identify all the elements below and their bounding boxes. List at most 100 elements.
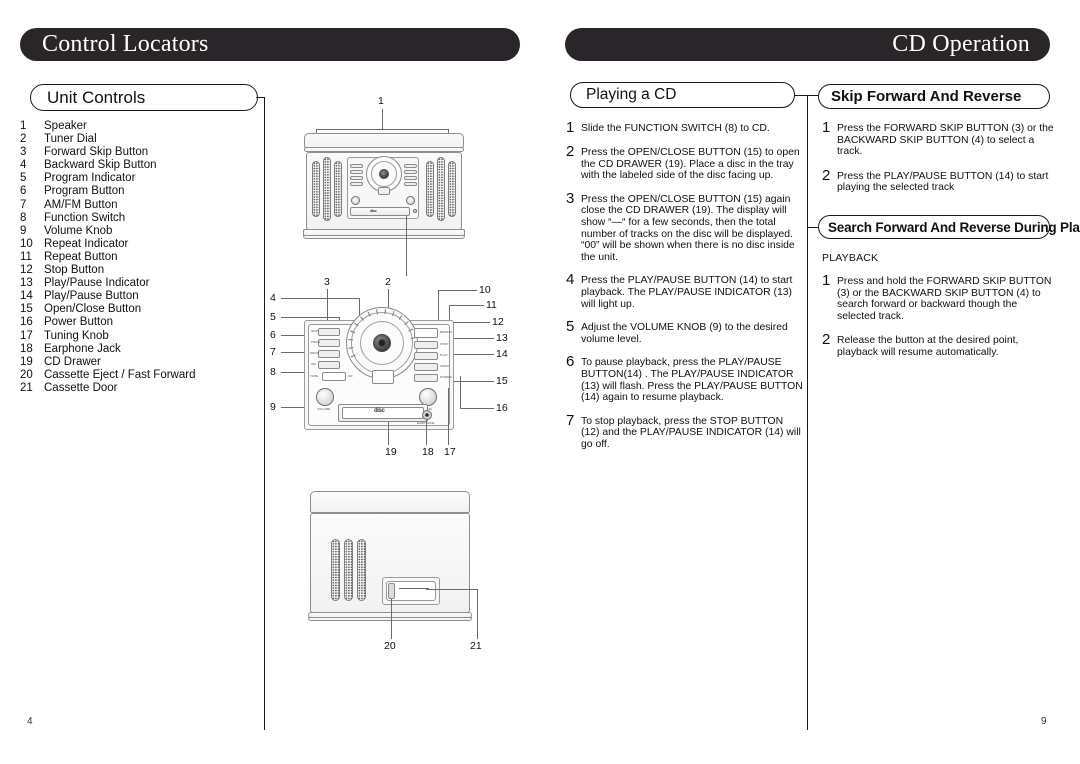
cassette-base-foot [308, 617, 472, 621]
step-text: Adjust the VOLUME KNOB (9) to the desire… [581, 322, 788, 345]
step-text: To stop playback, press the STOP BUTTON … [581, 415, 801, 450]
cassette-grille-2 [344, 539, 353, 601]
left-page-number: 4 [27, 716, 33, 727]
cassette-grille-3 [357, 539, 366, 601]
unit-controls-pill-label: Unit Controls [47, 87, 146, 107]
volume-knob [316, 388, 334, 406]
open-close-label: OPEN [440, 364, 449, 368]
list-item: 16 Power Button [18, 316, 248, 329]
callout-12: 12 [492, 316, 504, 328]
disc-logo: disc [374, 408, 385, 414]
list-item-label: Program Button [44, 185, 125, 198]
disc-logo-mini: disc [370, 208, 377, 213]
backward-skip-button [318, 328, 340, 336]
list-item-label: Play/Pause Button [44, 290, 139, 303]
callout-13: 13 [496, 332, 508, 344]
list-item-number: 14 [20, 290, 33, 303]
list-item-label: Forward Skip Button [44, 146, 149, 159]
list-item: 14 Play/Pause Button [18, 290, 248, 303]
amfm-button [318, 361, 340, 369]
callout-4: 4 [270, 292, 276, 304]
speaker-grille-left-1 [312, 161, 320, 217]
list-item: 20 Cassette Eject / Fast Forward [18, 369, 248, 382]
list-item-label: Program Indicator [44, 172, 136, 185]
callout-10: 10 [479, 284, 491, 296]
list-item-number: 8 [20, 211, 27, 224]
open-close-button [414, 374, 438, 382]
repeat-button-label: REPEAT [440, 330, 453, 334]
unit-controls-list: 1 Speaker 2 Tuner Dial 3 Forward Skip Butto… [18, 120, 248, 395]
right-column-divider [807, 95, 809, 730]
callout-21: 21 [470, 640, 482, 652]
list-item-number: 18 [20, 342, 33, 355]
step: 2 Press the OPEN/CLOSE BUTTON (15) to ope… [566, 144, 804, 182]
list-item: 19 CD Drawer [18, 356, 248, 369]
step-number: 1 [822, 119, 831, 136]
step-number: 3 [566, 189, 575, 207]
list-item: 8 Function Switch [18, 212, 248, 225]
unit-controls-pill: Unit Controls [30, 84, 258, 111]
list-item-number: 20 [20, 368, 33, 381]
callout-16-drop [460, 376, 461, 408]
playing-a-cd-pill: Playing a CD [570, 82, 795, 108]
callout-11-lead [449, 305, 484, 306]
list-item-number: 4 [20, 159, 27, 172]
callout-21-stem [477, 589, 478, 639]
left-page-header-bar: Control Locators [20, 28, 520, 61]
amfm-button-label: AM [311, 362, 316, 366]
speaker-grille-right-3 [448, 161, 456, 217]
list-item-number: 6 [20, 185, 27, 198]
cassette-eject-button [388, 583, 395, 599]
list-item-label: Speaker [44, 120, 87, 132]
list-item-number: 16 [20, 316, 33, 329]
cassette-grille-1 [331, 539, 340, 601]
list-item-label: Volume Knob [44, 224, 113, 237]
callout-1-span [316, 129, 448, 130]
list-item-label: CD Drawer [44, 355, 101, 368]
callout-5-lead [281, 317, 339, 318]
list-item: 1 Speaker [18, 120, 248, 133]
list-item-number: 13 [20, 277, 33, 290]
button-mini-r4 [404, 182, 417, 186]
list-item: 11 Repeat Button [18, 251, 248, 264]
step-number: 6 [566, 353, 575, 371]
right-column-connector-h1 [794, 95, 818, 97]
list-item: 10 Repeat Indicator [18, 238, 248, 251]
tuning-knob-mini [406, 196, 415, 205]
right-page-header-bar: CD Operation [565, 28, 1050, 61]
button-mini-r2 [404, 170, 417, 174]
program-button [318, 350, 340, 358]
play-pause-label: PLAY [440, 353, 448, 357]
step: 5 Adjust the VOLUME KNOB (9) to the desir… [566, 319, 804, 345]
program-indicator-label: PROG [311, 340, 321, 344]
list-item-label: Backward Skip Button [44, 159, 157, 172]
callout-15-lead [452, 381, 494, 382]
list-item-label: Open/Close Button [44, 303, 142, 316]
function-switch [372, 370, 394, 384]
list-item-number: 15 [20, 303, 33, 316]
function-switch-label: TAPE [310, 374, 319, 378]
callout-1: 1 [378, 95, 384, 107]
button-mini-l2 [350, 170, 363, 174]
list-item: 13 Play/Pause Indicator [18, 277, 248, 290]
step-number: 5 [566, 318, 575, 336]
step-text: To pause playback, press the PLAY/PAUSE … [581, 357, 803, 404]
speaker-grille-left-3 [334, 161, 342, 217]
list-item: 9 Volume Knob [18, 225, 248, 238]
search-forward-reverse-pill: Search Forward And Reverse During Play [818, 215, 1080, 239]
step: 6 To pause playback, press the PLAY/PAUSE… [566, 354, 804, 403]
diagram-control-panel: 3 2 4 5 6 7 8 9 10 11 12 13 14 15 16 SKI… [264, 276, 514, 461]
callout-21-lead [426, 589, 477, 590]
list-item-number: 12 [20, 264, 33, 277]
list-item-number: 5 [20, 172, 27, 185]
list-item-number: 10 [20, 237, 33, 250]
list-item: 15 Open/Close Button [18, 303, 248, 316]
repeat-indicator [414, 328, 438, 338]
cd-drawer-mini [350, 207, 410, 216]
list-item-label: Repeat Button [44, 250, 118, 263]
list-item: 17 Tuning Knob [18, 330, 248, 343]
list-item-label: AM/FM Button [44, 198, 118, 211]
callout-7: 7 [270, 346, 276, 358]
list-item-number: 1 [20, 120, 27, 132]
callout-15: 15 [496, 375, 508, 387]
